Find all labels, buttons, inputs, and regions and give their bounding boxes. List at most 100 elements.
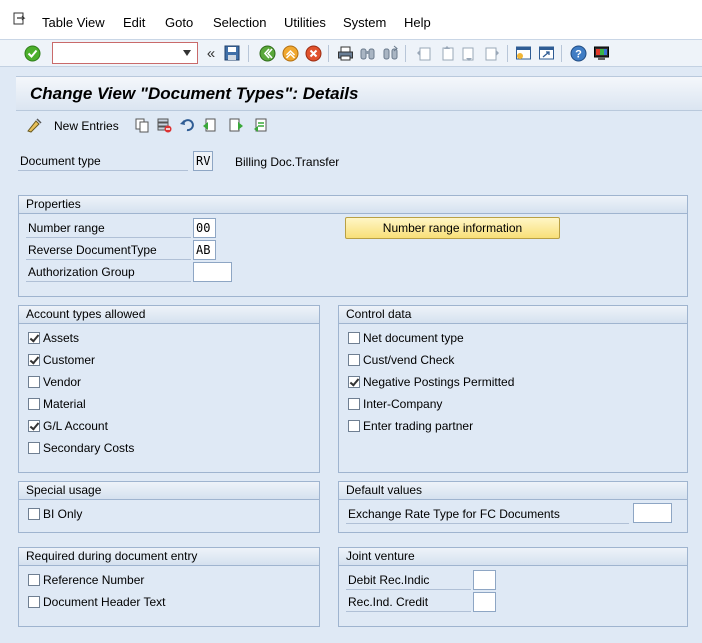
checkbox-secondary-costs[interactable]: Secondary Costs xyxy=(28,439,134,457)
authorization-group-field[interactable] xyxy=(193,262,232,282)
joint-venture-group: Joint venture Debit Rec.Indic Rec.Ind. C… xyxy=(338,547,688,627)
debit-rec-indic-field[interactable] xyxy=(473,570,496,590)
checkbox-icon[interactable] xyxy=(28,420,40,432)
rec-ind-credit-field[interactable] xyxy=(473,592,496,612)
display-change-icon[interactable] xyxy=(25,116,43,134)
copy-as-icon[interactable] xyxy=(133,116,151,134)
checkbox-icon[interactable] xyxy=(28,354,40,366)
command-field[interactable] xyxy=(52,42,198,64)
help-icon[interactable]: ? xyxy=(569,44,587,62)
application-toolbar: New Entries xyxy=(16,111,702,141)
find-next-icon[interactable] xyxy=(381,44,399,62)
previous-page-icon[interactable] xyxy=(437,44,455,62)
cancel-icon[interactable] xyxy=(304,44,322,62)
screen-title-bar: Change View "Document Types": Details xyxy=(16,76,702,111)
reverse-document-type-field[interactable]: AB xyxy=(193,240,216,260)
main-area: Document type RV Billing Doc.Transfer Pr… xyxy=(16,141,702,643)
menu-utilities[interactable]: Utilities xyxy=(284,15,326,30)
checkbox-icon[interactable] xyxy=(28,574,40,586)
print-icon[interactable] xyxy=(336,44,354,62)
find-icon[interactable] xyxy=(358,44,376,62)
checkbox-label: Cust/vend Check xyxy=(363,353,455,367)
default-values-group-title: Default values xyxy=(339,482,687,500)
number-range-field[interactable]: 00 xyxy=(193,218,216,238)
checkbox-icon[interactable] xyxy=(28,398,40,410)
exchange-rate-type-field[interactable] xyxy=(633,503,672,523)
checkbox-net-document-type[interactable]: Net document type xyxy=(348,329,464,347)
checkbox-icon[interactable] xyxy=(28,332,40,344)
special-usage-group-title: Special usage xyxy=(19,482,319,500)
next-entry-icon[interactable] xyxy=(227,116,245,134)
account-types-group: Account types allowed Assets Customer Ve… xyxy=(18,305,320,473)
required-entry-group-title: Required during document entry xyxy=(19,548,319,566)
toolbar-separator xyxy=(507,45,508,62)
first-page-icon[interactable] xyxy=(414,44,432,62)
checkbox-document-header-text[interactable]: Document Header Text xyxy=(28,593,166,611)
create-session-icon[interactable] xyxy=(514,44,532,62)
default-values-group: Default values Exchange Rate Type for FC… xyxy=(338,481,688,533)
standard-toolbar: « ? xyxy=(0,40,702,67)
number-range-information-button[interactable]: Number range information xyxy=(345,217,560,239)
control-data-group-title: Control data xyxy=(339,306,687,324)
toolbar-separator xyxy=(561,45,562,62)
checkbox-icon[interactable] xyxy=(348,354,360,366)
checkbox-customer[interactable]: Customer xyxy=(28,351,95,369)
checkbox-label: Reference Number xyxy=(43,573,145,587)
checkbox-label: Document Header Text xyxy=(43,595,166,609)
toolbar-separator xyxy=(328,45,329,62)
back-icon[interactable] xyxy=(258,44,276,62)
previous-entry-icon[interactable] xyxy=(201,116,219,134)
checkbox-label: Net document type xyxy=(363,331,464,345)
chevron-down-icon[interactable] xyxy=(183,50,191,56)
save-icon[interactable] xyxy=(223,44,241,62)
document-type-field[interactable]: RV xyxy=(193,151,213,171)
checkbox-enter-trading-partner[interactable]: Enter trading partner xyxy=(348,417,473,435)
checkbox-vendor[interactable]: Vendor xyxy=(28,373,81,391)
exit-icon[interactable] xyxy=(281,44,299,62)
menu-table-view[interactable]: Table View xyxy=(42,15,105,30)
checkbox-icon[interactable] xyxy=(28,596,40,608)
new-entries-button[interactable]: New Entries xyxy=(54,119,119,133)
checkbox-bi-only[interactable]: BI Only xyxy=(28,505,82,523)
checkbox-icon[interactable] xyxy=(348,332,360,344)
checkbox-cust-vend-check[interactable]: Cust/vend Check xyxy=(348,351,454,369)
customize-layout-icon[interactable] xyxy=(592,44,610,62)
toolbar-separator xyxy=(248,45,249,62)
svg-text:?: ? xyxy=(575,48,582,60)
checkbox-label: G/L Account xyxy=(43,419,108,433)
checkbox-inter-company[interactable]: Inter-Company xyxy=(348,395,442,413)
toolbar-separator xyxy=(405,45,406,62)
menu-edit[interactable]: Edit xyxy=(123,15,145,30)
last-page-icon[interactable] xyxy=(483,44,501,62)
properties-group-title: Properties xyxy=(19,196,687,214)
checkbox-assets[interactable]: Assets xyxy=(28,329,79,347)
checkbox-icon[interactable] xyxy=(348,420,360,432)
next-page-icon[interactable] xyxy=(460,44,478,62)
rec-ind-credit-label: Rec.Ind. Credit xyxy=(346,592,471,612)
checkbox-reference-number[interactable]: Reference Number xyxy=(28,571,144,589)
menu-system[interactable]: System xyxy=(343,15,386,30)
checkbox-gl-account[interactable]: G/L Account xyxy=(28,417,108,435)
enter-icon[interactable] xyxy=(23,44,41,62)
delete-icon[interactable] xyxy=(155,116,173,134)
reverse-document-type-label: Reverse DocumentType xyxy=(26,240,191,260)
checkbox-icon[interactable] xyxy=(348,376,360,388)
menu-help[interactable]: Help xyxy=(404,15,431,30)
double-chevron-left-icon[interactable]: « xyxy=(202,44,220,62)
transport-icon[interactable] xyxy=(252,116,270,134)
command-input[interactable] xyxy=(57,44,177,62)
checkbox-material[interactable]: Material xyxy=(28,395,86,413)
checkbox-icon[interactable] xyxy=(28,376,40,388)
properties-group: Properties Number range 00 Reverse Docum… xyxy=(18,195,688,297)
menu-selection[interactable]: Selection xyxy=(213,15,266,30)
menu-goto[interactable]: Goto xyxy=(165,15,193,30)
checkbox-label: BI Only xyxy=(43,507,83,521)
checkbox-icon[interactable] xyxy=(28,508,40,520)
checkbox-negative-postings[interactable]: Negative Postings Permitted xyxy=(348,373,514,391)
checkbox-icon[interactable] xyxy=(348,398,360,410)
checkbox-icon[interactable] xyxy=(28,442,40,454)
shortcut-icon[interactable] xyxy=(537,44,555,62)
checkbox-label: Negative Postings Permitted xyxy=(363,375,515,389)
system-menu-icon[interactable] xyxy=(13,12,27,26)
undo-icon[interactable] xyxy=(178,116,196,134)
